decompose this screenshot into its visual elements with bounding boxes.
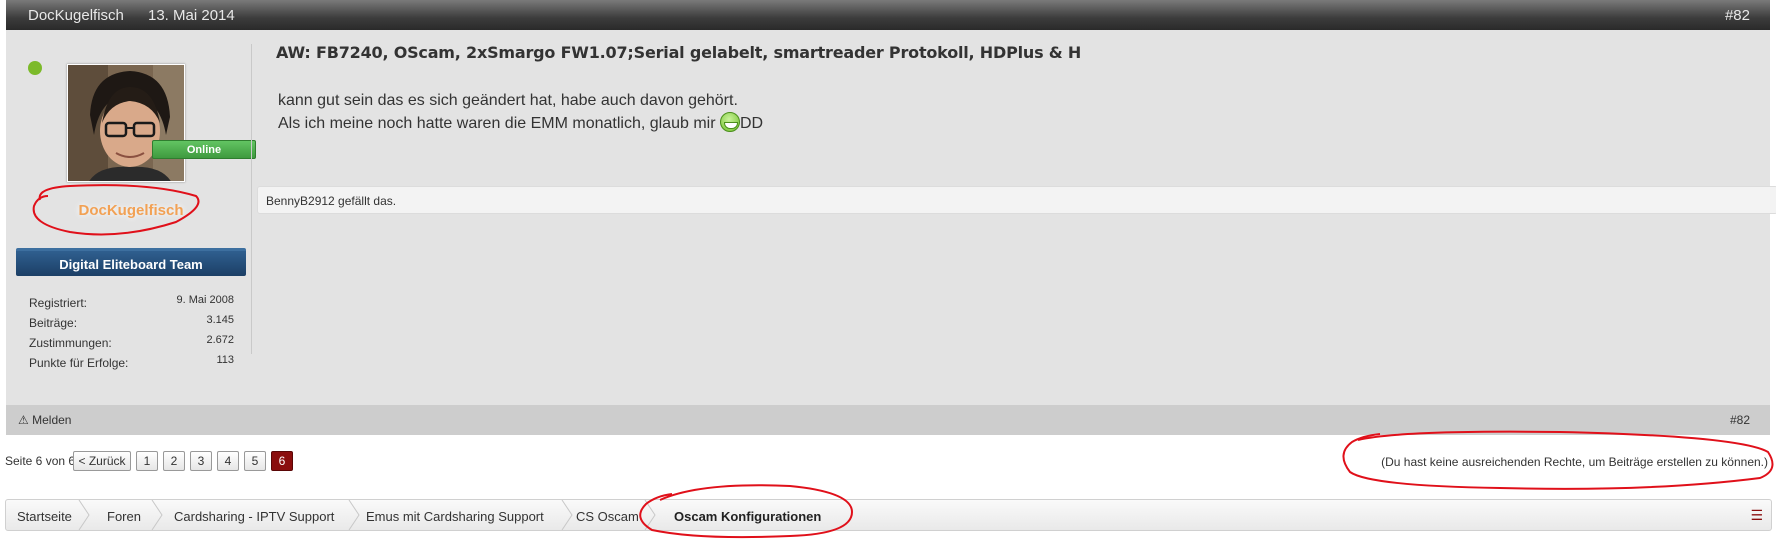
post-header: DocKugelfisch 13. Mai 2014 #82 — [6, 0, 1770, 30]
stat-value: 2.672 — [206, 334, 234, 346]
post-footer: ⚠ Melden #82 — [6, 405, 1770, 435]
post-message-text: DD — [739, 115, 764, 132]
pagination-page-current[interactable]: 6 — [271, 451, 293, 471]
breadcrumb-item-emus[interactable]: Emus mit Cardsharing Support — [366, 509, 544, 524]
stat-value[interactable]: 3.145 — [206, 314, 234, 326]
breadcrumb-separator-icon — [151, 500, 163, 530]
warning-icon: ⚠ — [18, 413, 29, 427]
post-message: kann gut sein das es sich geändert hat, … — [278, 90, 763, 135]
stat-row-likes: Zustimmungen: 2.672 — [29, 334, 234, 354]
breadcrumb-item-cardsharing[interactable]: Cardsharing - IPTV Support — [174, 509, 334, 524]
breadcrumb-separator-icon — [644, 500, 656, 530]
post-author-link[interactable]: DocKugelfisch — [28, 7, 124, 24]
report-link[interactable]: ⚠ Melden — [18, 413, 71, 427]
team-badge: Digital Eliteboard Team — [16, 248, 246, 276]
avatar-image — [68, 65, 184, 181]
online-status-dot — [28, 61, 42, 75]
post-message-line: kann gut sein das es sich geändert hat, … — [278, 92, 738, 109]
breadcrumb-item-forums[interactable]: Foren — [107, 509, 141, 524]
username-link[interactable]: DocKugelfisch — [46, 202, 216, 219]
pagination-label: Seite 6 von 6 — [5, 454, 76, 468]
report-label: Melden — [32, 413, 72, 427]
stat-value[interactable]: 113 — [216, 354, 234, 366]
no-permission-notice: (Du hast keine ausreichenden Rechte, um … — [1381, 455, 1768, 469]
hamburger-menu-icon[interactable]: ☰ — [1750, 507, 1763, 524]
post-message-text: Als ich meine noch hatte waren die EMM m… — [278, 115, 720, 132]
user-stats: Registriert: 9. Mai 2008 Beiträge: 3.145… — [29, 294, 234, 374]
breadcrumb-separator-icon — [561, 500, 573, 530]
post-body: Online DocKugelfisch Digital Eliteboard … — [6, 30, 1776, 435]
stat-label: Punkte für Erfolge: — [29, 356, 129, 370]
stat-row-posts: Beiträge: 3.145 — [29, 314, 234, 334]
stat-label: Registriert: — [29, 296, 88, 310]
breadcrumb-item-current: Oscam Konfigurationen — [674, 509, 822, 524]
breadcrumb-item-home[interactable]: Startseite — [17, 509, 72, 524]
stat-label: Zustimmungen: — [29, 336, 112, 350]
stat-row-trophy-points: Punkte für Erfolge: 113 — [29, 354, 234, 374]
pagination-page-1[interactable]: 1 — [136, 451, 158, 471]
breadcrumb-separator-icon — [78, 500, 90, 530]
stat-value: 9. Mai 2008 — [176, 294, 234, 306]
avatar[interactable] — [67, 64, 185, 182]
stat-label: Beiträge: — [29, 316, 78, 330]
pagination-page-3[interactable]: 3 — [190, 451, 212, 471]
post-number-footer-link[interactable]: #82 — [1730, 413, 1750, 427]
breadcrumb-separator-icon — [348, 500, 360, 530]
likes-summary: BennyB2912 gefällt das. — [257, 186, 1776, 214]
breadcrumb-item-cs-oscam[interactable]: CS Oscam — [576, 509, 639, 524]
post-date: 13. Mai 2014 — [148, 7, 235, 24]
pagination-page-5[interactable]: 5 — [244, 451, 266, 471]
pagination-page-4[interactable]: 4 — [217, 451, 239, 471]
pagination-page-2[interactable]: 2 — [163, 451, 185, 471]
breadcrumb: Startseite Foren Cardsharing - IPTV Supp… — [5, 499, 1772, 531]
post-number-link[interactable]: #82 — [1725, 7, 1750, 24]
post-message-line: Als ich meine noch hatte waren die EMM m… — [278, 112, 763, 135]
stat-row-registered: Registriert: 9. Mai 2008 — [29, 294, 234, 314]
grin-smiley-icon — [719, 112, 740, 132]
column-divider — [251, 44, 252, 354]
online-badge: Online — [152, 140, 256, 159]
pagination-prev-button[interactable]: < Zurück — [73, 451, 131, 471]
likes-text[interactable]: BennyB2912 gefällt das. — [266, 194, 396, 208]
post-title: AW: FB7240, OScam, 2xSmargo FW1.07;Seria… — [276, 43, 1082, 62]
